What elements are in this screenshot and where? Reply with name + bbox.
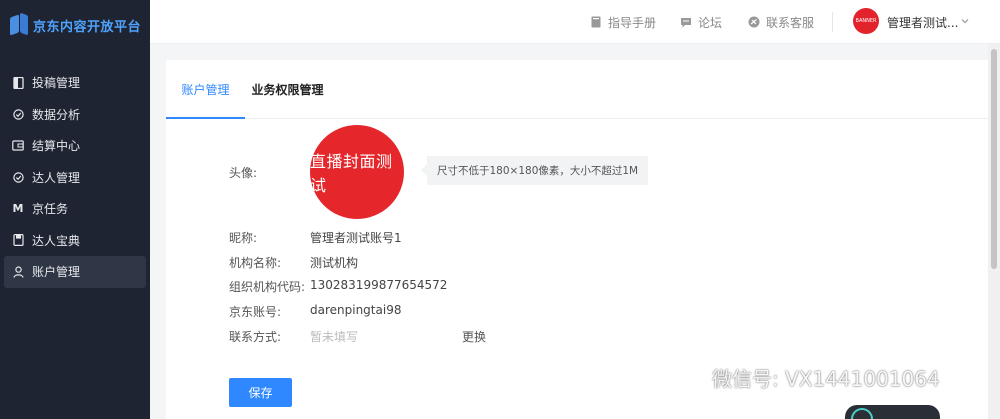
support-link[interactable]: 联系客服 [748,0,814,44]
jd-account-value: darenpingtai98 [310,303,402,317]
support-icon [748,16,760,28]
sidebar-item-influencers[interactable]: 达人管理 [0,162,150,194]
wallet-icon [12,140,24,152]
sidebar-item-label: 达人宝典 [32,233,81,248]
chat-icon [680,16,692,28]
profile-avatar[interactable]: 直播封面测试 [310,125,404,219]
sidebar-item-label: 京任务 [32,202,69,217]
manual-link[interactable]: 指导手册 [590,0,656,44]
chevron-down-icon[interactable] [960,16,970,26]
wechat-icon [669,364,704,389]
scrollbar-thumb[interactable] [991,49,997,269]
org-name-value: 测试机构 [310,256,359,270]
sidebar-item-analytics[interactable]: 数据分析 [0,99,150,131]
jd-logo-icon [10,12,30,36]
tab-bar: 账户管理 业务权限管理 [166,60,988,119]
document-icon [12,76,24,89]
sidebar-item-label: 达人管理 [32,170,81,185]
contact-label: 联系方式: [229,330,282,344]
sidebar-item-label: 投稿管理 [32,76,81,91]
nickname-label: 昵称: [229,231,258,245]
target-icon [12,171,24,183]
tab-account-management[interactable]: 账户管理 [166,60,245,119]
user-icon [12,266,24,278]
sidebar-item-label: 账户管理 [32,265,81,280]
org-name-label: 机构名称: [229,256,282,270]
org-code-value: 130283199877654572 [310,278,448,292]
scrollbar[interactable] [988,44,1000,419]
contact-value: 暂未填写 [310,330,359,344]
watermark-text: 微信号: VX1441001064 [712,366,940,391]
nickname-value: 管理者测试账号1 [310,231,402,245]
m-letter-icon: M [12,202,24,216]
save-button[interactable]: 保存 [229,378,292,407]
user-name[interactable]: 管理者测试... [887,0,958,44]
active-tab-indicator [166,117,245,119]
sidebar-item-account[interactable]: 账户管理 [4,256,146,288]
avatar-tip: 尺寸不低于180×180像素，大小不超过1M [420,156,649,185]
top-header: 指导手册 论坛 联系客服 BANNER 管理者测试... [150,0,1000,44]
sidebar-nav: 投稿管理 数据分析 结算中心 达人管理 M 京任务 达人宝典 账户管理 [0,67,150,288]
forum-link[interactable]: 论坛 [680,0,722,44]
change-contact-link[interactable]: 更换 [462,328,486,345]
avatar[interactable]: BANNER [853,8,879,34]
sidebar-item-submissions[interactable]: 投稿管理 [0,67,150,99]
jd-account-label: 京东账号: [229,305,282,319]
header-divider [832,12,833,32]
logo-text: 京东内容开放平台 [33,19,142,35]
support-label: 联系客服 [766,15,815,30]
watermark: 微信号: VX1441001064 [668,360,940,394]
manual-label: 指导手册 [608,15,657,30]
tab-business-permissions[interactable]: 业务权限管理 [245,60,330,119]
avatar-label: 头像: [229,166,258,180]
book-icon [12,234,24,247]
sidebar: 京东内容开放平台 投稿管理 数据分析 结算中心 达人管理 M 京任务 达人宝典 … [0,0,150,419]
sidebar-item-label: 结算中心 [32,139,81,154]
floating-widget[interactable] [845,405,940,419]
sidebar-item-guide[interactable]: 达人宝典 [0,225,150,257]
org-code-label: 组织机构代码: [229,280,306,294]
sidebar-item-label: 数据分析 [32,107,81,122]
sidebar-item-jd-tasks[interactable]: M 京任务 [0,193,150,225]
sidebar-item-settlement[interactable]: 结算中心 [0,130,150,162]
target-icon [12,108,24,120]
ring-icon [851,408,873,419]
manual-icon [590,16,602,28]
forum-label: 论坛 [698,15,723,30]
logo[interactable]: 京东内容开放平台 [10,12,141,38]
